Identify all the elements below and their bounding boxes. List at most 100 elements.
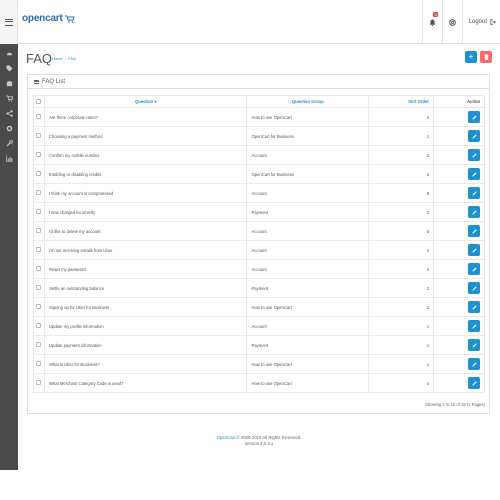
sidebar-item-dashboard[interactable] [0, 46, 18, 61]
edit-button[interactable] [468, 282, 480, 294]
sidebar-item-sales[interactable] [0, 91, 18, 106]
edit-button[interactable] [468, 339, 480, 351]
panel-title: FAQ List [42, 78, 66, 85]
cell-action [433, 202, 485, 222]
edit-button[interactable] [468, 130, 480, 142]
footer-brand-link[interactable]: OpenCart [217, 435, 236, 440]
cell-question-group: OpenCart for Business [246, 164, 370, 184]
table-row: I'd like to delete my account Account 5 [33, 221, 485, 241]
row-checkbox[interactable] [36, 228, 42, 233]
menu-toggle-button[interactable] [0, 0, 18, 44]
notifications-button[interactable]: 3 [421, 0, 442, 44]
column-question-group[interactable]: Question Group [246, 95, 370, 108]
edit-button[interactable] [468, 263, 480, 275]
edit-button[interactable] [468, 225, 480, 237]
cell-sort-order: 1 [368, 126, 435, 146]
row-checkbox[interactable] [36, 380, 42, 385]
pencil-icon [471, 342, 477, 348]
breadcrumb-home[interactable]: Home [52, 56, 63, 61]
help-button[interactable] [441, 0, 462, 44]
row-checkbox[interactable] [36, 114, 42, 119]
table-row: Settle an outstanding balance Payment 2 [33, 278, 485, 298]
edit-button[interactable] [468, 244, 480, 256]
cell-question-group: Payment [246, 335, 370, 355]
pencil-icon [471, 247, 477, 253]
row-select-cell [33, 278, 45, 298]
row-checkbox[interactable] [36, 361, 42, 366]
row-checkbox[interactable] [36, 133, 42, 138]
row-checkbox[interactable] [36, 323, 42, 328]
row-select-cell [33, 259, 45, 279]
row-select-cell [33, 164, 45, 184]
edit-button[interactable] [468, 168, 480, 180]
sidebar-item-catalog[interactable] [0, 61, 18, 76]
sidebar-item-reports[interactable] [0, 151, 18, 166]
delete-button[interactable] [480, 51, 492, 63]
cell-question: Confirm my mobile number [43, 145, 248, 165]
cell-action [433, 240, 485, 260]
sign-out-icon [490, 19, 496, 25]
row-checkbox[interactable] [36, 152, 42, 157]
share-icon [5, 110, 13, 117]
table-row: Confirm my mobile number Account 3 [33, 145, 485, 165]
edit-button[interactable] [468, 320, 480, 332]
bell-icon [429, 18, 435, 26]
column-action: Action [433, 95, 485, 108]
row-checkbox[interactable] [36, 247, 42, 252]
edit-button[interactable] [468, 149, 480, 161]
row-checkbox[interactable] [36, 285, 42, 290]
copyright-text: © 2009-2015 All Rights Reserved. [235, 435, 302, 440]
cell-sort-order: 4 [368, 240, 435, 260]
cell-question: What is Uber for Business? [43, 354, 248, 374]
cell-question: What Merchant Category Code is used? [43, 373, 248, 393]
table-row: Enabling or disabling credits OpenCart fo… [33, 164, 485, 184]
add-new-button[interactable]: + [465, 51, 477, 63]
row-checkbox[interactable] [36, 171, 42, 176]
pencil-icon [471, 304, 477, 310]
cell-question: Reset my password [43, 259, 248, 279]
cell-action [433, 107, 485, 127]
logo[interactable]: opencart [22, 13, 75, 24]
edit-button[interactable] [468, 206, 480, 218]
edit-button[interactable] [468, 301, 480, 313]
cell-question: Update my profile information [43, 316, 248, 336]
sidebar-item-tools[interactable] [0, 136, 18, 151]
notification-badge: 3 [433, 12, 438, 17]
sidebar-item-marketing[interactable] [0, 106, 18, 121]
pencil-icon [471, 190, 477, 196]
table-row: What is Uber for Business? How to use Ope… [33, 354, 485, 374]
row-checkbox[interactable] [36, 190, 42, 195]
row-checkbox[interactable] [36, 342, 42, 347]
column-sort-order[interactable]: Sort Order [368, 95, 435, 108]
cell-sort-order: 2 [368, 164, 435, 184]
sidebar-item-extensions[interactable] [0, 76, 18, 91]
table-row: Are there corporate rates? How to use Ope… [33, 107, 485, 127]
select-all-checkbox[interactable] [36, 98, 42, 104]
cell-sort-order: 6 [368, 183, 435, 203]
edit-button[interactable] [468, 377, 480, 389]
panel-heading: FAQ List [28, 75, 489, 89]
cell-question: I think my account is compromised [43, 183, 248, 203]
table-row: I was charged incorrectly Payment 3 [33, 202, 485, 222]
edit-button[interactable] [468, 111, 480, 123]
logout-link[interactable]: Logout [461, 0, 500, 44]
row-checkbox[interactable] [36, 209, 42, 214]
row-checkbox[interactable] [36, 266, 42, 271]
cell-sort-order: 2 [368, 297, 435, 317]
row-checkbox[interactable] [36, 304, 42, 309]
table-row: Signing up for Uber for Business How to u… [33, 297, 485, 317]
cell-question-group: Account [246, 259, 370, 279]
cell-question-group: OpenCart for Business [246, 126, 370, 146]
breadcrumb-current[interactable]: FAQ [68, 56, 76, 61]
column-question[interactable]: Question ▾ [43, 95, 248, 108]
pagination-info: Showing 1 to 15 of 15 (1 Pages) [425, 402, 485, 407]
sidebar-item-system[interactable] [0, 121, 18, 136]
select-all-cell [33, 95, 45, 108]
cell-question-group: Account [246, 145, 370, 165]
row-select-cell [33, 107, 45, 127]
edit-button[interactable] [468, 358, 480, 370]
logout-label: Logout [468, 19, 487, 25]
row-select-cell [33, 335, 45, 355]
pencil-icon [471, 380, 477, 386]
edit-button[interactable] [468, 187, 480, 199]
